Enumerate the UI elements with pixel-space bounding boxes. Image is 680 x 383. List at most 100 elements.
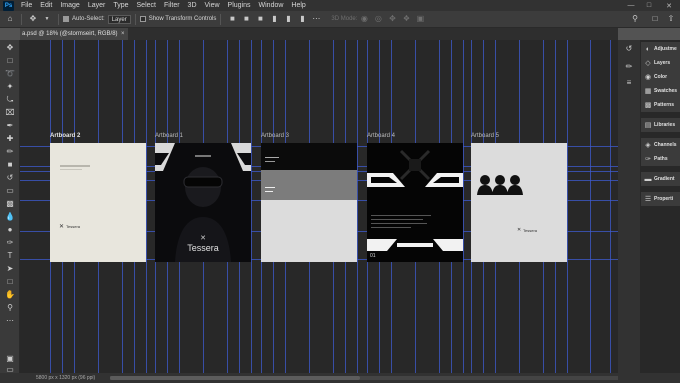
share-icon[interactable]: ⇧	[667, 15, 675, 23]
path-selection-tool-icon[interactable]: ➤	[4, 264, 16, 274]
3d-orbit-icon[interactable]: ◉	[360, 15, 368, 23]
workspace-icon[interactable]: □	[651, 15, 659, 23]
menu-type[interactable]: Type	[109, 2, 132, 9]
close-tab-icon[interactable]: ×	[121, 28, 125, 40]
type-tool-icon[interactable]: T	[4, 251, 16, 261]
options-bar: ⌂ ✥ ▼ Auto-Select: Layer Show Transform …	[0, 11, 680, 28]
align-bottom-icon[interactable]: ■	[256, 15, 264, 23]
auto-select-checkbox[interactable]	[63, 16, 69, 22]
move-tool-icon[interactable]: ✥	[4, 43, 16, 53]
crop-tool-icon[interactable]: ⤿	[4, 95, 16, 105]
artboard-4[interactable]: 01	[367, 143, 463, 262]
align-left-icon[interactable]: ▮	[270, 15, 278, 23]
artboard-5-label[interactable]: Artboard 5	[471, 133, 499, 139]
panel-libraries[interactable]: ▤ Libraries	[641, 118, 680, 132]
body-text-line	[60, 169, 82, 170]
guide-vertical	[567, 40, 568, 373]
menu-view[interactable]: View	[201, 2, 224, 9]
artboard-1-label[interactable]: Artboard 1	[155, 133, 183, 139]
more-tools-icon[interactable]: ⋯	[4, 316, 16, 326]
artboard-tool-icon[interactable]: □	[4, 56, 16, 66]
panel-layers[interactable]: ◇ Layers	[641, 56, 680, 70]
3d-scale-icon[interactable]: ▣	[416, 15, 425, 23]
zoom-tool-icon[interactable]: ⚲	[4, 303, 16, 313]
panel-channels[interactable]: ◈ Channels	[641, 138, 680, 152]
magic-wand-tool-icon[interactable]: ✦	[4, 82, 16, 92]
clone-stamp-tool-icon[interactable]: ■	[4, 160, 16, 170]
menu-select[interactable]: Select	[133, 2, 160, 9]
menu-edit[interactable]: Edit	[36, 2, 56, 9]
paths-icon: ✑	[645, 156, 651, 163]
document-dimensions: 5800 px x 1320 px (96 ppi)	[36, 375, 96, 381]
close-icon[interactable]: ✕	[662, 0, 676, 11]
quick-mask-icon[interactable]: ▣	[4, 354, 16, 364]
silhouettes-illustration	[477, 175, 523, 195]
chevron-down-icon[interactable]: ▼	[43, 15, 51, 23]
history-panel-icon[interactable]: ↺	[623, 44, 635, 54]
3d-pan-icon[interactable]: ✥	[388, 15, 396, 23]
hand-tool-icon[interactable]: ✋	[4, 290, 16, 300]
panel-properties[interactable]: ☰ Properti	[641, 192, 680, 206]
auto-select-dropdown[interactable]: Layer	[107, 14, 131, 24]
pen-tool-icon[interactable]: ✑	[4, 238, 16, 248]
artboard-5[interactable]: ✕ Tessera	[471, 143, 567, 262]
3d-mode-label: 3D Mode:	[331, 16, 358, 22]
panel-color[interactable]: ◉ Color	[641, 70, 680, 84]
more-options-icon[interactable]: ⋯	[312, 15, 320, 23]
menu-filter[interactable]: Filter	[160, 2, 184, 9]
menu-layer[interactable]: Layer	[84, 2, 110, 9]
chevron-graphic-illustration	[367, 149, 463, 251]
eraser-tool-icon[interactable]: ▭	[4, 186, 16, 196]
adjustments-sliders-icon[interactable]: ≡	[623, 78, 635, 88]
eyedropper-tool-icon[interactable]: ✒	[4, 121, 16, 131]
panel-swatches[interactable]: ▦ Swatches	[641, 84, 680, 98]
history-brush-tool-icon[interactable]: ↺	[4, 173, 16, 183]
separator	[21, 13, 22, 25]
artboard-3-label[interactable]: Artboard 3	[261, 133, 289, 139]
menu-image[interactable]: Image	[56, 2, 83, 9]
home-icon[interactable]: ⌂	[6, 15, 14, 23]
lasso-tool-icon[interactable]: ➰	[4, 69, 16, 79]
document-canvas[interactable]: Artboard 2 Artboard 1 Artboard 3 Artboar…	[20, 40, 618, 373]
align-top-icon[interactable]: ■	[228, 15, 236, 23]
panel-patterns[interactable]: ▩ Patterns	[641, 98, 680, 112]
scrollbar-thumb[interactable]	[110, 376, 360, 380]
move-tool-icon[interactable]: ✥	[29, 15, 37, 23]
document-tab[interactable]: a.psd @ 18% (@stormseirt, RGB/8)	[20, 28, 128, 40]
menu-window[interactable]: Window	[255, 2, 288, 9]
align-vcenter-icon[interactable]: ■	[242, 15, 250, 23]
panel-paths[interactable]: ✑ Paths	[641, 152, 680, 166]
artboard-2[interactable]: ✕ Tessera	[50, 143, 146, 262]
3d-slide-icon[interactable]: ❖	[402, 15, 410, 23]
menu-help[interactable]: Help	[287, 2, 309, 9]
align-right-icon[interactable]: ▮	[298, 15, 306, 23]
panel-gradient[interactable]: ▬ Gradient	[641, 172, 680, 186]
panel-adjustments[interactable]: ◐ Adjustme	[641, 42, 680, 56]
dodge-tool-icon[interactable]: ●	[4, 225, 16, 235]
panels-dock: ◐ Adjustme ◇ Layers ◉ Color ▦ Swatches ▩…	[640, 40, 680, 373]
blur-tool-icon[interactable]: 💧	[4, 212, 16, 222]
menu-plugins[interactable]: Plugins	[224, 2, 255, 9]
artboard-2-label[interactable]: Artboard 2	[50, 133, 80, 139]
gradient-tool-icon[interactable]: ▩	[4, 199, 16, 209]
align-hcenter-icon[interactable]: ▮	[284, 15, 292, 23]
horizontal-scrollbar[interactable]	[110, 376, 618, 380]
3d-roll-icon[interactable]: ◎	[374, 15, 382, 23]
brush-settings-icon[interactable]: ✏	[623, 62, 635, 72]
menu-3d[interactable]: 3D	[184, 2, 201, 9]
transform-controls-checkbox[interactable]	[139, 16, 146, 22]
maximize-icon[interactable]: □	[642, 0, 656, 11]
artboard-3[interactable]	[261, 143, 357, 262]
brush-tool-icon[interactable]: ✏	[4, 147, 16, 157]
text-line	[265, 161, 275, 162]
artboard-1[interactable]: ✕ Tessera	[155, 143, 251, 262]
rectangle-tool-icon[interactable]: □	[4, 277, 16, 287]
frame-tool-icon[interactable]: ⌧	[4, 108, 16, 118]
minimize-icon[interactable]: —	[624, 0, 638, 11]
search-icon[interactable]: ⚲	[631, 15, 639, 23]
text-line	[265, 191, 273, 192]
artboard-4-label[interactable]: Artboard 4	[367, 133, 395, 139]
healing-brush-tool-icon[interactable]: ✚	[4, 134, 16, 144]
svg-text:✕: ✕	[200, 235, 206, 242]
menu-file[interactable]: File	[17, 2, 36, 9]
